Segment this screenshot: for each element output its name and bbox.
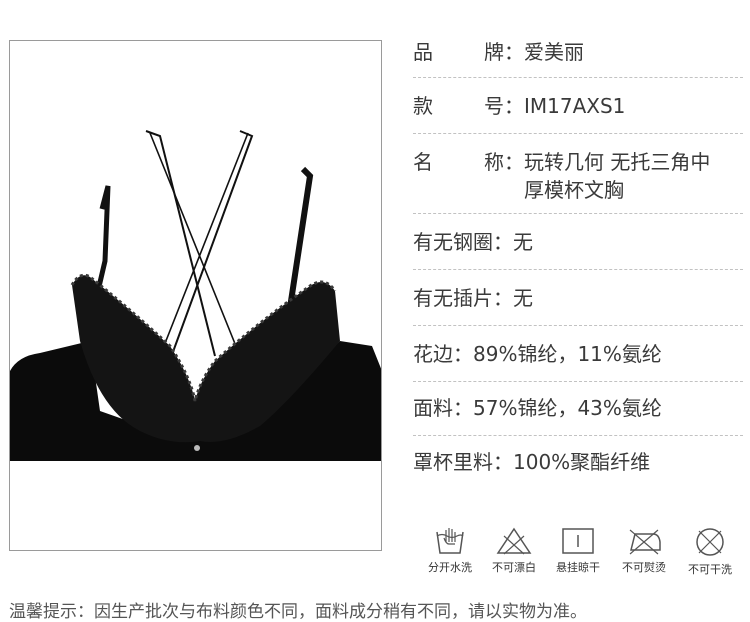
spec-label: 面料： — [413, 396, 473, 420]
care-label: 不可熨烫 — [622, 561, 666, 574]
care-instructions: 分开水洗 不可漂白 悬挂晾干 不可熨烫 不可干洗 — [418, 526, 743, 582]
spec-value: 玩转几何 无托三角中厚模杯文胸 — [524, 150, 711, 202]
care-item: 悬挂晾干 — [546, 526, 610, 575]
spec-label: 品 牌： — [413, 40, 524, 64]
spec-label: 有无钢圈： — [413, 230, 513, 254]
spec-row-insert: 有无插片： 无 — [413, 270, 743, 326]
hang-dry-icon — [562, 528, 594, 554]
spec-row-name: 名 称： 玩转几何 无托三角中厚模杯文胸 — [413, 134, 743, 214]
bra-image — [10, 130, 381, 461]
spec-row-model: 款 号： IM17AXS1 — [413, 78, 743, 134]
spec-value: 89%锦纶，11%氨纶 — [473, 342, 662, 366]
spec-value: 无 — [513, 286, 533, 310]
spec-value: 57%锦纶，43%氨纶 — [473, 396, 662, 420]
spec-row-underwire: 有无钢圈： 无 — [413, 214, 743, 270]
product-photo — [9, 40, 382, 551]
spec-value: IM17AXS1 — [524, 94, 626, 118]
care-label: 悬挂晾干 — [556, 561, 600, 574]
spec-label: 名 称： — [413, 150, 524, 174]
care-label: 不可漂白 — [492, 561, 536, 574]
spec-label: 款 号： — [413, 94, 524, 118]
spec-value: 无 — [513, 230, 533, 254]
spec-row-fabric: 面料： 57%锦纶，43%氨纶 — [413, 382, 743, 436]
hand-wash-icon — [436, 528, 464, 554]
care-item: 不可漂白 — [482, 526, 546, 575]
no-iron-icon — [629, 529, 661, 555]
care-label: 不可干洗 — [688, 563, 732, 576]
spec-row-lining: 罩杯里料： 100%聚酯纤维 — [413, 436, 743, 490]
care-item: 分开水洗 — [418, 526, 482, 575]
notice-text: 温馨提示：因生产批次与布料颜色不同，面料成分稍有不同，请以实物为准。 — [9, 602, 587, 622]
spec-label: 罩杯里料： — [413, 450, 513, 474]
care-item: 不可干洗 — [678, 526, 742, 577]
spec-row-lace: 花边： 89%锦纶，11%氨纶 — [413, 326, 743, 382]
care-item: 不可熨烫 — [612, 526, 676, 575]
no-dry-clean-icon — [696, 528, 724, 556]
spec-list: 品 牌： 爱美丽 款 号： IM17AXS1 名 称： 玩转几何 无托三角中厚模… — [413, 34, 743, 490]
no-bleach-icon — [496, 527, 532, 555]
spec-row-brand: 品 牌： 爱美丽 — [413, 34, 743, 78]
spec-value: 100%聚酯纤维 — [513, 450, 651, 474]
spec-label: 有无插片： — [413, 286, 513, 310]
care-label: 分开水洗 — [428, 561, 472, 574]
spec-value: 爱美丽 — [524, 40, 584, 64]
spec-label: 花边： — [413, 342, 473, 366]
